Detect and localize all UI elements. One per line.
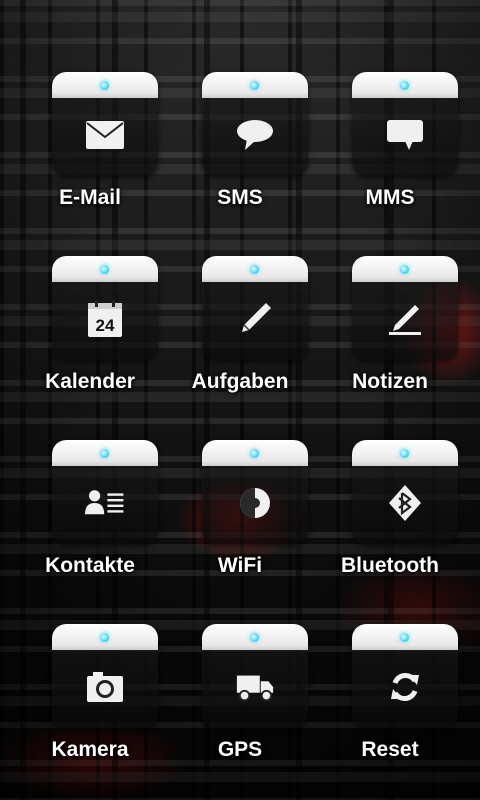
tile-mms[interactable]: MMS — [315, 72, 465, 248]
status-led — [250, 633, 259, 642]
bluetooth-button[interactable] — [352, 440, 458, 544]
tile-label: Bluetooth — [341, 554, 439, 577]
tile-email[interactable]: E-Mail — [15, 72, 165, 248]
tile-gps[interactable]: GPS — [165, 624, 315, 800]
email-button[interactable] — [52, 72, 158, 176]
aufgaben-button[interactable] — [202, 256, 308, 360]
sms-button[interactable] — [202, 72, 308, 176]
kalender-button[interactable]: 24 — [52, 256, 158, 360]
tile-reset[interactable]: Reset — [315, 624, 465, 800]
calendar-icon: 24 — [85, 300, 125, 337]
kamera-button[interactable] — [52, 624, 158, 728]
kontakte-button[interactable] — [52, 440, 158, 544]
status-led — [100, 633, 109, 642]
status-led — [400, 633, 409, 642]
tile-cap — [352, 72, 458, 98]
tile-sms[interactable]: SMS — [165, 72, 315, 248]
status-led — [100, 449, 109, 458]
tile-aufgaben[interactable]: Aufgaben — [165, 256, 315, 432]
bluetooth-icon — [385, 485, 425, 521]
wifi-toggle-icon — [235, 485, 275, 521]
tile-kamera[interactable]: Kamera — [15, 624, 165, 800]
tile-cap — [52, 440, 158, 466]
status-led — [400, 81, 409, 90]
status-led — [400, 265, 409, 274]
mms-button[interactable] — [352, 72, 458, 176]
truck-icon — [235, 669, 275, 705]
reset-button[interactable] — [352, 624, 458, 728]
tile-kontakte[interactable]: Kontakte — [15, 440, 165, 616]
widget-grid: E-Mail SMS MMS 24 Kalender Aufgaben Noti… — [0, 0, 480, 800]
status-led — [100, 265, 109, 274]
notizen-button[interactable] — [352, 256, 458, 360]
tile-bluetooth[interactable]: Bluetooth — [315, 440, 465, 616]
tile-cap — [52, 256, 158, 282]
status-led — [100, 81, 109, 90]
status-led — [250, 265, 259, 274]
contact-card-icon — [85, 485, 125, 521]
gps-button[interactable] — [202, 624, 308, 728]
tile-wifi[interactable]: WiFi — [165, 440, 315, 616]
refresh-icon — [385, 669, 425, 705]
tile-kalender[interactable]: 24 Kalender — [15, 256, 165, 432]
tile-cap — [202, 440, 308, 466]
tile-cap — [52, 72, 158, 98]
status-led — [250, 449, 259, 458]
envelope-icon — [85, 117, 125, 153]
tile-cap — [352, 440, 458, 466]
wifi-button[interactable] — [202, 440, 308, 544]
tile-cap — [52, 624, 158, 650]
note-pen-icon — [385, 301, 425, 337]
message-bubble-icon — [385, 117, 425, 153]
tile-notizen[interactable]: Notizen — [315, 256, 465, 432]
tile-label: MMS — [365, 186, 415, 209]
tile-label: Notizen — [352, 370, 428, 393]
camera-icon — [85, 669, 125, 705]
speech-bubble-icon — [235, 117, 275, 153]
tile-cap — [202, 256, 308, 282]
tile-label: Reset — [361, 738, 419, 761]
tile-cap — [202, 72, 308, 98]
status-led — [400, 449, 409, 458]
tile-cap — [202, 624, 308, 650]
tile-cap — [352, 624, 458, 650]
status-led — [250, 81, 259, 90]
calendar-day: 24 — [96, 316, 115, 335]
tile-cap — [352, 256, 458, 282]
pencil-icon — [235, 301, 275, 337]
